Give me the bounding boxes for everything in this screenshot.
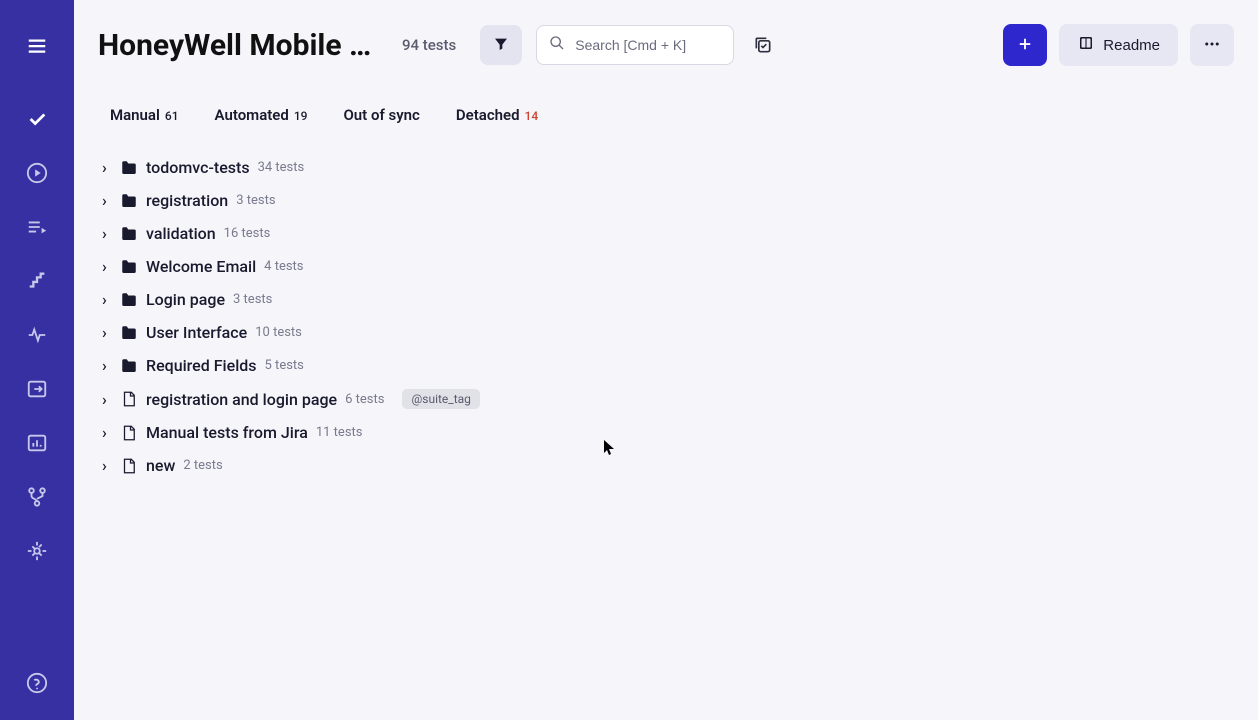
tree-row-count: 6 tests (345, 392, 384, 407)
tree-row-name: Welcome Email (146, 257, 256, 276)
tree-row[interactable]: › User Interface 10 tests (102, 323, 1234, 342)
chevron-right-icon[interactable]: › (102, 356, 112, 375)
sidebar (0, 0, 74, 720)
hamburger-icon[interactable] (20, 28, 54, 62)
tab-label: Manual (110, 106, 160, 124)
tree-row-count: 5 tests (265, 358, 304, 373)
file-icon (120, 390, 138, 408)
tree-row[interactable]: › new 2 tests (102, 456, 1234, 475)
tree-row-count: 2 tests (183, 458, 222, 473)
tree-row-name: registration and login page (146, 390, 337, 409)
tree-row-count: 10 tests (255, 325, 302, 340)
filter-button[interactable] (480, 25, 522, 65)
folder-icon (120, 357, 138, 375)
folder-icon (120, 192, 138, 210)
check-icon[interactable] (20, 102, 54, 136)
help-icon[interactable] (20, 666, 54, 700)
readme-button[interactable]: Readme (1059, 24, 1178, 66)
tree-row-name: Login page (146, 290, 225, 309)
project-title: HoneyWell Mobile A... (98, 28, 388, 63)
tab-manual[interactable]: Manual 61 (110, 106, 179, 124)
readme-label: Readme (1103, 37, 1160, 54)
tab-label: Out of sync (343, 106, 419, 124)
add-button[interactable] (1003, 24, 1047, 66)
cursor-icon (604, 440, 616, 460)
tree-row-count: 34 tests (258, 160, 305, 175)
folder-icon (120, 258, 138, 276)
tree-row[interactable]: › todomvc-tests 34 tests (102, 158, 1234, 177)
tree-row-count: 3 tests (233, 292, 272, 307)
folder-icon (120, 324, 138, 342)
file-icon (120, 424, 138, 442)
tab-out-of-sync[interactable]: Out of sync (343, 106, 419, 124)
more-button[interactable] (1190, 24, 1234, 66)
tree-row-name: new (146, 456, 175, 475)
gear-icon[interactable] (20, 534, 54, 568)
playlist-icon[interactable] (20, 210, 54, 244)
header: HoneyWell Mobile A... 94 tests (98, 24, 1234, 66)
file-icon (120, 457, 138, 475)
tab-detached[interactable]: Detached 14 (456, 106, 538, 124)
search-input[interactable] (575, 37, 721, 53)
tree-row-name: todomvc-tests (146, 158, 250, 177)
tree-row[interactable]: › registration and login page 6 tests @suit… (102, 389, 1234, 409)
tree-row-name: Required Fields (146, 356, 257, 375)
main-content: HoneyWell Mobile A... 94 tests (74, 0, 1258, 720)
tree-row-name: validation (146, 224, 216, 243)
tree-row-name: Manual tests from Jira (146, 423, 308, 442)
tree-row-count: 16 tests (224, 226, 271, 241)
chevron-right-icon[interactable]: › (102, 191, 112, 210)
tab-automated[interactable]: Automated 19 (215, 106, 308, 124)
filter-icon (493, 36, 509, 55)
chevron-right-icon[interactable]: › (102, 390, 112, 409)
folder-icon (120, 291, 138, 309)
steps-icon[interactable] (20, 264, 54, 298)
chevron-right-icon[interactable]: › (102, 224, 112, 243)
chevron-right-icon[interactable]: › (102, 423, 112, 442)
tree-row-count: 3 tests (236, 193, 275, 208)
branch-icon[interactable] (20, 480, 54, 514)
tag-pill[interactable]: @suite_tag (402, 389, 479, 409)
pulse-icon[interactable] (20, 318, 54, 352)
chevron-right-icon[interactable]: › (102, 323, 112, 342)
book-icon (1077, 34, 1095, 56)
tree-row-name: registration (146, 191, 228, 210)
search-icon (549, 35, 565, 55)
tabs: Manual 61 Automated 19 Out of sync Detac… (98, 106, 1234, 124)
tab-label: Detached (456, 106, 520, 124)
tree-row-count: 4 tests (264, 259, 303, 274)
tree: › todomvc-tests 34 tests › registration 3 tes… (98, 158, 1234, 475)
header-right: Readme (1003, 24, 1234, 66)
search-box[interactable] (536, 25, 734, 65)
multi-select-icon[interactable] (748, 30, 778, 60)
play-icon[interactable] (20, 156, 54, 190)
plus-icon (1016, 35, 1034, 56)
chevron-right-icon[interactable]: › (102, 290, 112, 309)
tree-row-count: 11 tests (316, 425, 363, 440)
tree-row-name: User Interface (146, 323, 247, 342)
tree-row[interactable]: › validation 16 tests (102, 224, 1234, 243)
dots-icon (1203, 35, 1221, 56)
tree-row[interactable]: › Login page 3 tests (102, 290, 1234, 309)
folder-icon (120, 225, 138, 243)
chevron-right-icon[interactable]: › (102, 158, 112, 177)
tab-count: 19 (294, 109, 308, 123)
tab-count: 61 (165, 109, 179, 123)
test-count: 94 tests (402, 36, 456, 54)
bar-chart-icon[interactable] (20, 426, 54, 460)
import-icon[interactable] (20, 372, 54, 406)
tree-row[interactable]: › Welcome Email 4 tests (102, 257, 1234, 276)
tree-row[interactable]: › Required Fields 5 tests (102, 356, 1234, 375)
tab-count: 14 (525, 109, 539, 123)
tree-row[interactable]: › registration 3 tests (102, 191, 1234, 210)
chevron-right-icon[interactable]: › (102, 257, 112, 276)
tree-row[interactable]: › Manual tests from Jira 11 tests (102, 423, 1234, 442)
folder-icon (120, 159, 138, 177)
chevron-right-icon[interactable]: › (102, 456, 112, 475)
tab-label: Automated (215, 106, 289, 124)
